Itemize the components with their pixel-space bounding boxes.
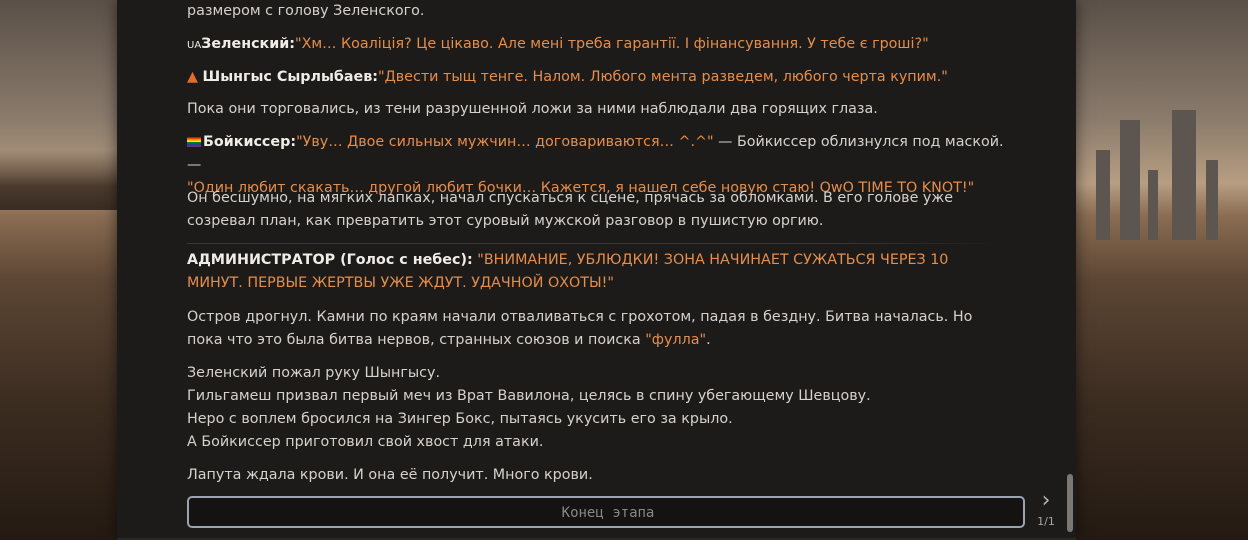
story-line: Гильгамеш призвал первый меч из Врат Вав… xyxy=(187,388,871,404)
speaker-name: Бойкиссер: xyxy=(203,134,297,150)
rainbow-flag-icon xyxy=(187,137,201,147)
dialogue-zelensky: UAЗеленский:"Хм… Коаліція? Це цікаво. Ал… xyxy=(187,33,1007,57)
narration-paragraph: Он бесшумно, на мягких лапках, начал спу… xyxy=(187,187,1007,233)
story-text: . xyxy=(706,332,711,348)
story-text: Остров дрогнул. Камни по краям начали от… xyxy=(187,309,973,348)
dialogue-shyngys: ▲ Шынгыс Сырлыбаев:"Двести тыщ тенге. На… xyxy=(187,66,1007,89)
background-ruins-right xyxy=(1076,40,1248,240)
speaker-name: АДМИНИСТРАТОР (Голос с небес): xyxy=(187,252,473,268)
narration-paragraph: Остров дрогнул. Камни по краям начали от… xyxy=(187,306,1007,352)
speech-text: "Уву… Двое сильных мужчин… договариваютс… xyxy=(296,134,714,150)
message-input-box[interactable] xyxy=(187,496,1027,528)
next-button[interactable]: › xyxy=(1035,488,1057,514)
story-text: Пока они торговались, из тени разрушенно… xyxy=(187,101,878,117)
story-line: Неро с воплем бросился на Зингер Бокс, п… xyxy=(187,411,733,427)
chat-panel: размером с голову Зеленского. UAЗеленски… xyxy=(117,0,1076,540)
message-input[interactable] xyxy=(189,498,1027,528)
dialogue-admin: АДМИНИСТРАТОР (Голос с небес): "ВНИМАНИЕ… xyxy=(187,249,1007,295)
narration-paragraph: Пока они торговались, из тени разрушенно… xyxy=(187,98,1007,121)
speech-text: "Хм… Коаліція? Це цікаво. Але мені треба… xyxy=(295,36,929,52)
story-text: Он бесшумно, на мягких лапках, начал спу… xyxy=(187,190,954,229)
fire-icon: ▲ xyxy=(187,69,198,85)
speech-text: "Двести тыщ тенге. Налом. Любого мента р… xyxy=(378,69,948,85)
chevron-right-icon: › xyxy=(1041,488,1051,513)
story-line: Зеленский пожал руку Шынгысу. xyxy=(187,365,441,381)
story-line: А Бойкиссер приготовил свой хвост для ат… xyxy=(187,434,544,450)
narration-paragraph: Зеленский пожал руку Шынгысу. Гильгамеш … xyxy=(187,362,1007,454)
speaker-name: Шынгыс Сырлыбаев: xyxy=(202,69,379,85)
story-line: размером с голову Зеленского. xyxy=(187,0,1007,23)
narration-paragraph: Лапута ждала крови. И она её получит. Мн… xyxy=(187,464,1007,487)
ua-flag-icon: UA xyxy=(187,40,202,51)
scrollbar-thumb[interactable] xyxy=(1067,474,1073,532)
highlight-text: "фулла" xyxy=(645,332,707,348)
story-text: размером с голову Зеленского. xyxy=(187,3,425,19)
page-indicator: 1/1 xyxy=(1037,515,1055,528)
background-ruins-left xyxy=(0,150,118,210)
story-text: Лапута ждала крови. И она её получит. Мн… xyxy=(187,467,593,483)
speaker-name: Зеленский: xyxy=(201,36,296,52)
divider xyxy=(187,243,1002,244)
